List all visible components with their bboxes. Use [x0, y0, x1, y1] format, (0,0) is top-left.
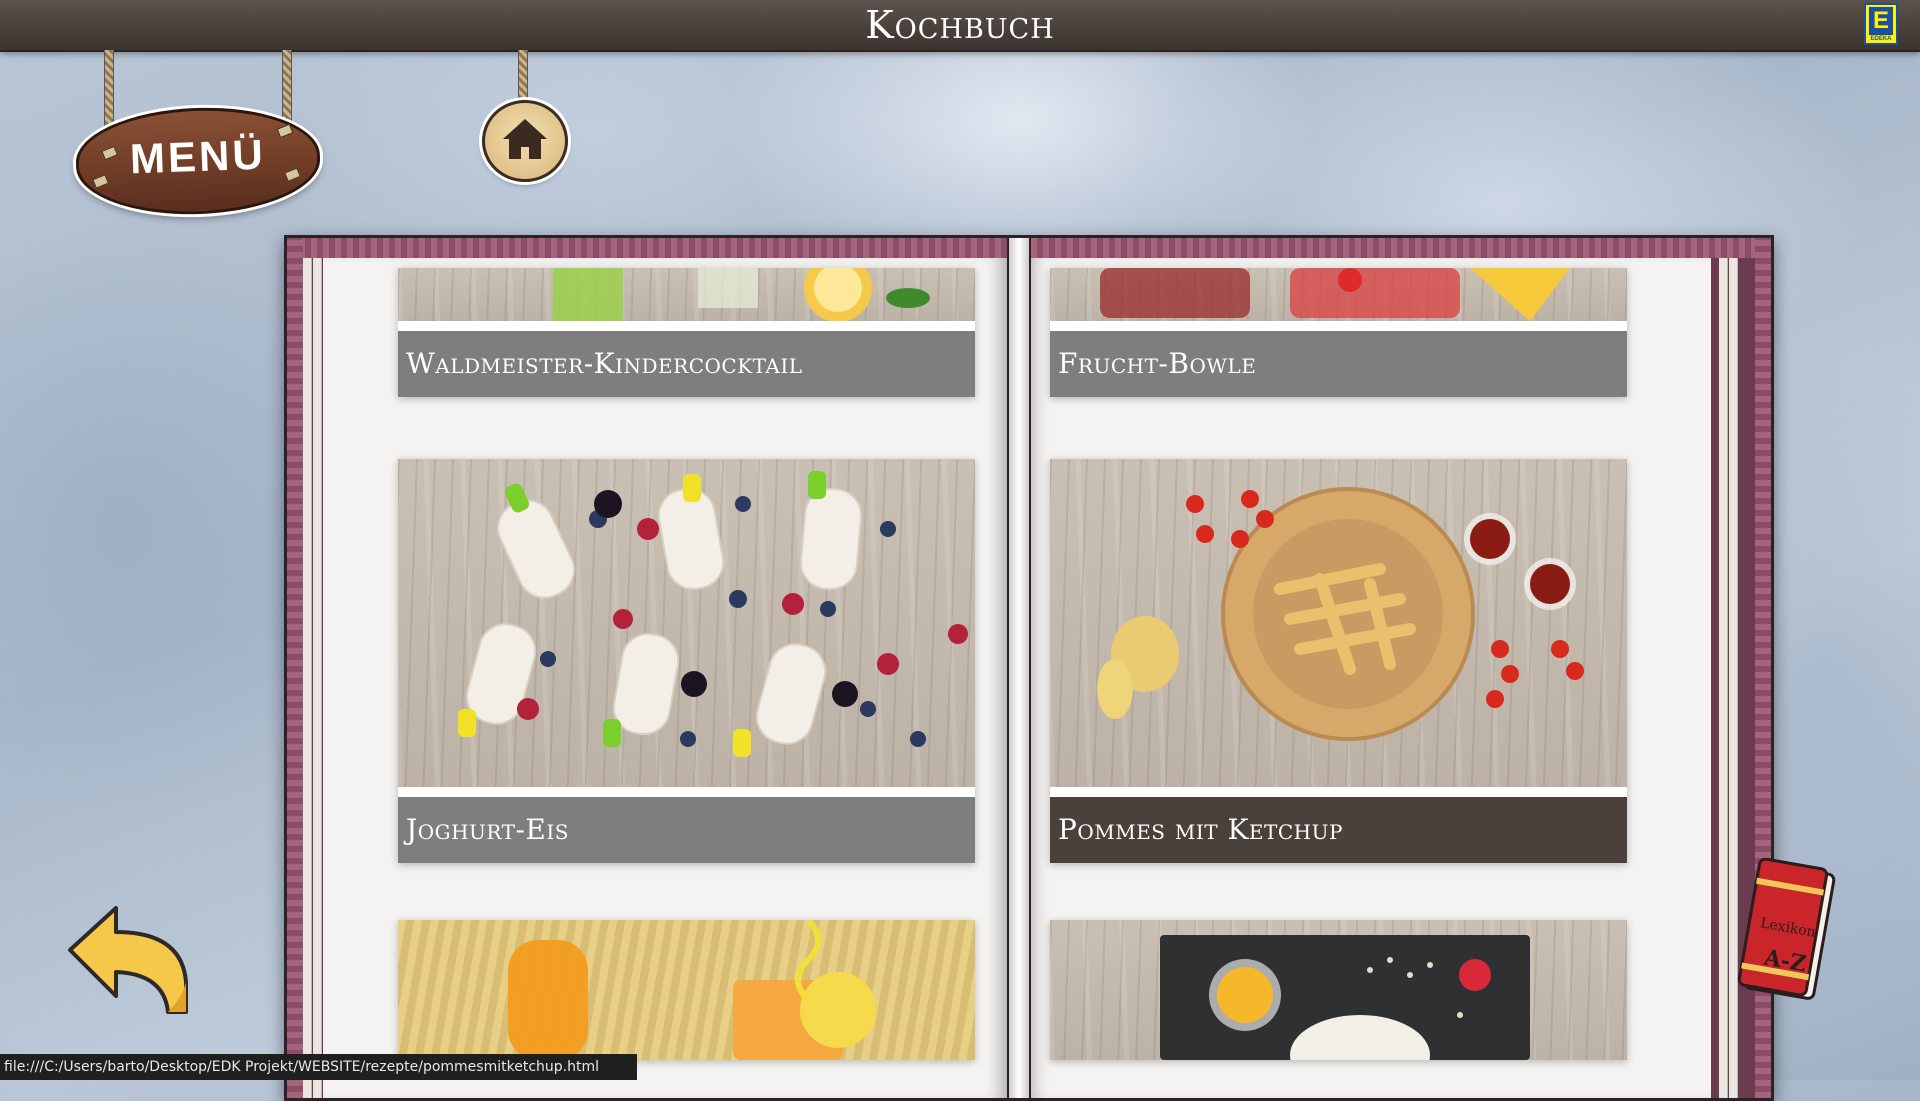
recipe-card-joghurt-eis[interactable]: Joghurt-Eis	[398, 459, 975, 863]
book-rim-left	[287, 238, 303, 1098]
recipe-title: Joghurt-Eis	[398, 797, 975, 863]
top-bar: Kochbuch E EDEKA	[0, 0, 1920, 52]
drink-photo-graphic	[553, 268, 930, 321]
home-button[interactable]	[482, 100, 568, 182]
home-rope	[518, 50, 528, 102]
recipe-title: Waldmeister-Kindercocktail	[398, 331, 975, 397]
menu-rope-left	[104, 50, 114, 128]
back-button[interactable]	[64, 900, 194, 1018]
fries-photo-graphic	[1097, 487, 1584, 741]
card-strip	[1050, 321, 1627, 331]
card-strip	[398, 787, 975, 797]
recipe-photo	[1050, 268, 1627, 321]
recipe-title: Pommes mit Ketchup	[1050, 797, 1627, 863]
book-spine	[1007, 238, 1031, 1098]
card-strip	[398, 321, 975, 331]
popsicle-photo-graphic	[458, 471, 968, 757]
back-arrow-icon	[68, 906, 188, 1014]
recipe-card-frucht-bowle[interactable]: Frucht-Bowle	[1050, 268, 1627, 397]
orange-drink-photo-graphic	[508, 920, 876, 1060]
menu-button-label: MENÜ	[129, 130, 267, 183]
recipe-photo	[1050, 920, 1627, 1060]
breakfast-photo-graphic	[1160, 935, 1530, 1060]
page-edge-left	[303, 258, 312, 1098]
recipe-card-orange-drink[interactable]	[398, 920, 975, 1060]
lexikon-button[interactable]: Lexikon A-Z	[1736, 857, 1840, 1008]
recipe-photo	[398, 459, 975, 787]
page-title: Kochbuch	[865, 3, 1055, 47]
recipe-photo	[1050, 459, 1627, 787]
edeka-logo-wordmark: EDEKA	[1870, 36, 1892, 42]
card-strip	[1050, 787, 1627, 797]
edeka-logo-mark: E	[1869, 7, 1893, 35]
menu-rope-right	[282, 50, 292, 128]
edeka-logo[interactable]: E EDEKA	[1864, 3, 1898, 45]
cookbook: Waldmeister-Kindercocktail Frucht-Bowle	[284, 235, 1774, 1101]
page-edge-right	[1719, 258, 1728, 1098]
page-edge-left-2	[313, 258, 322, 1098]
bowl-photo-graphic	[1100, 268, 1570, 321]
recipe-card-pommes-mit-ketchup[interactable]: Pommes mit Ketchup	[1050, 459, 1627, 863]
recipe-title: Frucht-Bowle	[1050, 331, 1627, 397]
recipe-card-breakfast[interactable]	[1050, 920, 1627, 1060]
recipe-photo	[398, 268, 975, 321]
recipe-photo	[398, 920, 975, 1060]
browser-status-bar: file:///C:/Users/barto/Desktop/EDK Proje…	[0, 1054, 637, 1080]
recipe-card-waldmeister[interactable]: Waldmeister-Kindercocktail	[398, 268, 975, 397]
home-icon	[503, 119, 547, 159]
